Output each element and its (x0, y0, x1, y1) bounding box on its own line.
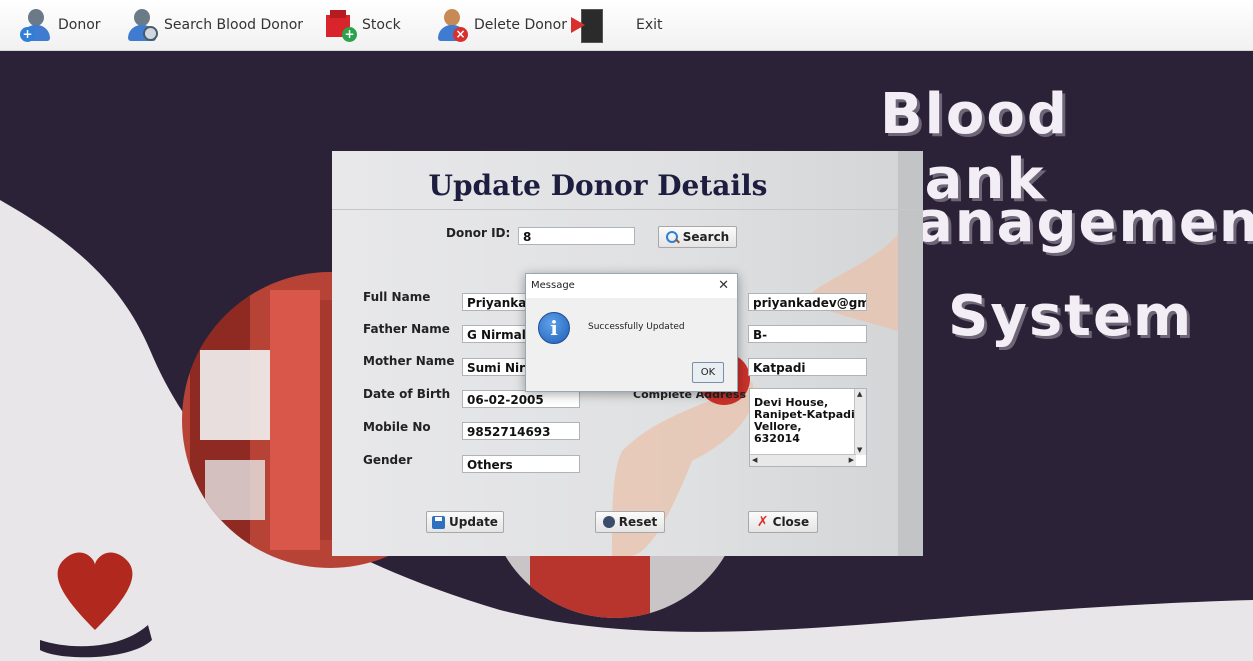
save-icon (432, 515, 446, 529)
dob-input[interactable]: 06-02-2005 (462, 390, 580, 408)
exit-icon (571, 7, 603, 43)
menu-item-stock[interactable]: + Stock (324, 0, 401, 50)
dialog-titlebar: Message ✕ (526, 274, 737, 298)
dialog-close-icon[interactable]: ✕ (718, 278, 729, 293)
gender-input[interactable]: Others (462, 455, 580, 473)
blood-group-input[interactable]: B- (748, 325, 867, 343)
address-text: Devi House, Ranipet-Katpadi Vellore, 632… (754, 396, 855, 445)
city-input[interactable]: Katpadi (748, 358, 867, 376)
email-input[interactable]: priyankadev@gmai (748, 293, 867, 311)
menu-bar: + Donor Search Blood Donor + Stock × Del… (0, 0, 1253, 51)
reset-button[interactable]: Reset (595, 511, 665, 533)
menu-item-search-blood-donor[interactable]: Search Blood Donor (126, 0, 303, 50)
search-button[interactable]: Search (658, 226, 737, 248)
dob-label: Date of Birth (363, 387, 451, 401)
donor-id-label: Donor ID: (446, 226, 511, 240)
menu-item-exit[interactable]: Exit (630, 0, 663, 50)
app-title-line-2: anagement (915, 190, 1253, 255)
form-title: Update Donor Details (428, 169, 768, 202)
panel-edge (898, 151, 923, 556)
full-name-label: Full Name (363, 290, 431, 304)
search-icon (665, 230, 680, 244)
donor-id-input[interactable]: 8 (518, 227, 635, 245)
address-textarea[interactable]: Devi House, Ranipet-Katpadi Vellore, 632… (749, 388, 867, 467)
search-donor-icon (126, 7, 158, 43)
address-vertical-scrollbar[interactable]: ▲ ▼ (854, 389, 866, 455)
update-button[interactable]: Update (426, 511, 504, 533)
ok-button[interactable]: OK (692, 362, 724, 383)
app-title-line-3: System (948, 284, 1194, 349)
close-button[interactable]: ✗ Close (748, 511, 818, 533)
message-dialog: Message ✕ i Successfully Updated OK (525, 273, 738, 392)
menu-item-donor[interactable]: + Donor (20, 0, 101, 50)
menu-item-delete-donor[interactable]: × Delete Donor (436, 0, 603, 50)
dialog-title: Message (531, 280, 575, 291)
address-horizontal-scrollbar[interactable]: ◀ ▶ (750, 454, 856, 466)
mobile-label: Mobile No (363, 420, 431, 434)
dialog-message: Successfully Updated (588, 322, 685, 332)
gender-label: Gender (363, 453, 413, 467)
stock-icon: + (324, 7, 357, 43)
mother-name-label: Mother Name (363, 354, 455, 368)
add-donor-icon: + (20, 7, 52, 43)
info-icon: i (538, 312, 570, 344)
father-name-label: Father Name (363, 322, 450, 336)
title-divider (332, 209, 923, 210)
mobile-input[interactable]: 9852714693 (462, 422, 580, 440)
delete-donor-icon: × (436, 7, 468, 43)
reset-icon (602, 516, 615, 528)
close-icon: ✗ (756, 514, 769, 530)
